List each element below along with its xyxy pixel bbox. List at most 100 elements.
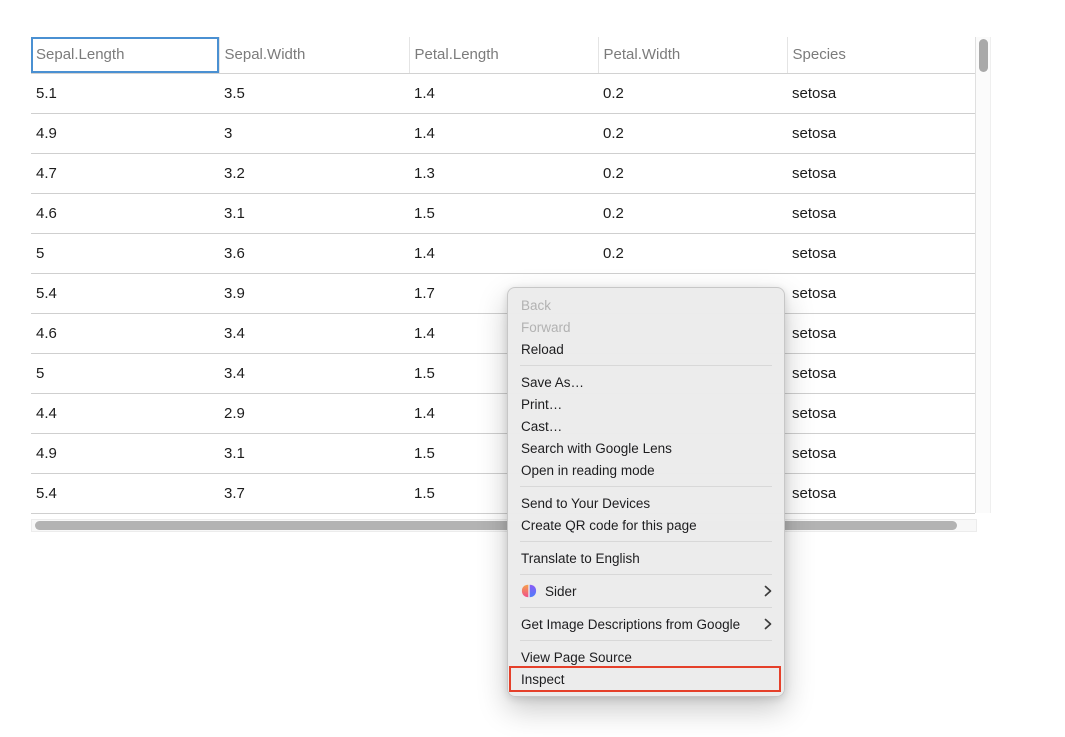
table-cell: 5.1 <box>31 73 219 113</box>
table-row: 53.61.40.2setosa <box>31 233 975 273</box>
menu-item-label: Translate to English <box>521 551 640 566</box>
table-cell: 1.4 <box>409 233 598 273</box>
table-cell: 0.2 <box>598 193 787 233</box>
table-cell: 3.1 <box>219 433 409 473</box>
menu-item-inspect[interactable]: Inspect <box>508 668 784 690</box>
table-cell: setosa <box>787 273 975 313</box>
column-header-petal-width[interactable]: Petal.Width <box>598 37 787 73</box>
sider-brain-icon <box>521 584 537 598</box>
menu-separator <box>520 640 772 641</box>
table-cell: 0.2 <box>598 153 787 193</box>
menu-item-print[interactable]: Print… <box>508 393 784 415</box>
menu-item-label: Reload <box>521 342 564 357</box>
table-cell: 5 <box>31 233 219 273</box>
menu-item-create-qr-code-for-this-page[interactable]: Create QR code for this page <box>508 514 784 536</box>
table-cell: 5 <box>31 353 219 393</box>
menu-item-label: Back <box>521 298 551 313</box>
menu-item-get-image-descriptions-from-google[interactable]: Get Image Descriptions from Google <box>508 613 784 635</box>
menu-item-label: Cast… <box>521 419 562 434</box>
table-row: 4.42.91.4setosa <box>31 393 975 433</box>
table-row: 4.63.11.50.2setosa <box>31 193 975 233</box>
menu-item-label: Create QR code for this page <box>521 518 697 533</box>
menu-separator <box>520 607 772 608</box>
table-cell: 4.6 <box>31 313 219 353</box>
menu-item-cast[interactable]: Cast… <box>508 415 784 437</box>
table-cell: setosa <box>787 193 975 233</box>
menu-item-label: Open in reading mode <box>521 463 655 478</box>
table-cell: 0.2 <box>598 113 787 153</box>
table-header-row: Sepal.LengthSepal.WidthPetal.LengthPetal… <box>31 37 975 73</box>
horizontal-scrollbar-thumb[interactable] <box>35 521 957 530</box>
table-cell: 4.4 <box>31 393 219 433</box>
table-cell: 4.9 <box>31 113 219 153</box>
vertical-scrollbar-thumb[interactable] <box>979 39 988 72</box>
menu-item-label: Sider <box>545 584 577 599</box>
context-menu: Back Forward Reload Save As… Print… Cast… Sear… <box>507 287 785 697</box>
table-cell: setosa <box>787 433 975 473</box>
table-cell: 3.4 <box>219 353 409 393</box>
column-header-sepal-width[interactable]: Sepal.Width <box>219 37 409 73</box>
table-row: 53.41.5setosa <box>31 353 975 393</box>
table-cell: 5.4 <box>31 473 219 513</box>
vertical-scrollbar[interactable] <box>975 37 991 513</box>
horizontal-scrollbar[interactable] <box>31 519 977 532</box>
table-cell: setosa <box>787 473 975 513</box>
table-cell: 1.5 <box>409 193 598 233</box>
table-cell: 3 <box>219 113 409 153</box>
table-row: 4.93.11.5setosa <box>31 433 975 473</box>
table-cell: 3.5 <box>219 73 409 113</box>
menu-item-label: Search with Google Lens <box>521 441 672 456</box>
table-cell: 3.1 <box>219 193 409 233</box>
table-cell: 3.9 <box>219 273 409 313</box>
table-cell: setosa <box>787 153 975 193</box>
data-table-container: Sepal.LengthSepal.WidthPetal.LengthPetal… <box>31 37 975 514</box>
table-row: 5.43.91.7setosa <box>31 273 975 313</box>
table-cell: 3.6 <box>219 233 409 273</box>
table-cell: 5.4 <box>31 273 219 313</box>
table-row: 5.13.51.40.2setosa <box>31 73 975 113</box>
table-cell: setosa <box>787 313 975 353</box>
menu-item-forward: Forward <box>508 316 784 338</box>
menu-item-send-to-your-devices[interactable]: Send to Your Devices <box>508 492 784 514</box>
menu-item-label: Forward <box>521 320 571 335</box>
table-cell: 1.4 <box>409 73 598 113</box>
menu-item-label: Print… <box>521 397 562 412</box>
table-cell: 3.4 <box>219 313 409 353</box>
menu-item-label: Save As… <box>521 375 584 390</box>
menu-item-translate-to-english[interactable]: Translate to English <box>508 547 784 569</box>
menu-item-label: Get Image Descriptions from Google <box>521 617 740 632</box>
menu-item-label: Inspect <box>521 672 565 687</box>
table-cell: 0.2 <box>598 233 787 273</box>
table-row: 5.43.71.5setosa <box>31 473 975 513</box>
menu-separator <box>520 541 772 542</box>
table-cell: 3.2 <box>219 153 409 193</box>
table-cell: 2.9 <box>219 393 409 433</box>
menu-item-save-as[interactable]: Save As… <box>508 371 784 393</box>
menu-item-reload[interactable]: Reload <box>508 338 784 360</box>
table-cell: 4.7 <box>31 153 219 193</box>
menu-item-search-with-google-lens[interactable]: Search with Google Lens <box>508 437 784 459</box>
submenu-chevron-icon <box>764 618 772 630</box>
table-cell: setosa <box>787 113 975 153</box>
table-cell: 1.4 <box>409 113 598 153</box>
menu-item-label: Send to Your Devices <box>521 496 650 511</box>
table-cell: 3.7 <box>219 473 409 513</box>
column-header-sepal-length[interactable]: Sepal.Length <box>31 37 219 73</box>
table-row: 4.931.40.2setosa <box>31 113 975 153</box>
table-cell: setosa <box>787 233 975 273</box>
table-cell: 1.3 <box>409 153 598 193</box>
table-cell: 0.2 <box>598 73 787 113</box>
menu-item-label: View Page Source <box>521 650 632 665</box>
table-cell: setosa <box>787 393 975 433</box>
column-header-petal-length[interactable]: Petal.Length <box>409 37 598 73</box>
menu-item-open-in-reading-mode[interactable]: Open in reading mode <box>508 459 784 481</box>
menu-item-sider[interactable]: Sider <box>508 580 784 602</box>
menu-item-view-page-source[interactable]: View Page Source <box>508 646 784 668</box>
menu-separator <box>520 574 772 575</box>
table-cell: 4.6 <box>31 193 219 233</box>
menu-item-back: Back <box>508 294 784 316</box>
submenu-chevron-icon <box>764 585 772 597</box>
table-row: 4.63.41.4setosa <box>31 313 975 353</box>
column-header-species[interactable]: Species <box>787 37 975 73</box>
table-cell: setosa <box>787 353 975 393</box>
